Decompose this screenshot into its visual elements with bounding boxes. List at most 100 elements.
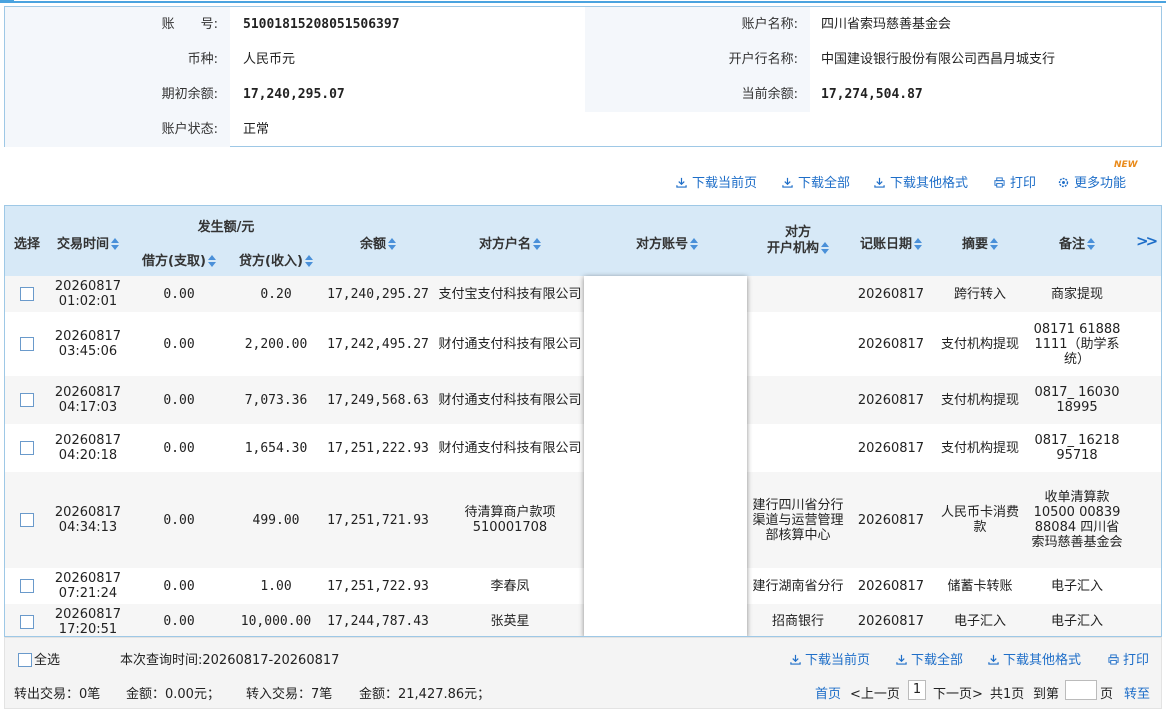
cell-time: 01:02:01 (58, 294, 118, 309)
in-amount: 金额：21,427.86元； (359, 687, 491, 702)
print-button[interactable]: 打印 (994, 172, 1036, 196)
footer-print-button[interactable]: 打印 (1108, 649, 1149, 668)
cell-time: 04:34:13 (58, 520, 118, 535)
more-functions-button[interactable]: 更多功能 (1058, 172, 1126, 196)
goto-unit: 页 (1100, 687, 1114, 702)
row-checkbox[interactable] (20, 614, 34, 629)
row-checkbox[interactable] (20, 393, 34, 407)
cell-party-name: 李春凤 (490, 578, 530, 594)
col-remark-label: 备注 (1058, 237, 1085, 252)
download-icon (896, 654, 907, 665)
row-checkbox[interactable] (20, 513, 34, 527)
cell-summary: 人民币卡消费款 (940, 505, 1019, 535)
download-icon (790, 654, 801, 665)
cell-date: 20260817 (54, 571, 122, 586)
current-page-number: 1 (908, 680, 926, 700)
cell-debit: 0.00 (163, 512, 195, 528)
cell-party-bank: 建行湖南省分行 (752, 578, 844, 594)
cell-date: 20260817 (54, 385, 122, 400)
cell-credit: 499.00 (252, 512, 300, 528)
cell-party-bank (751, 376, 845, 424)
cell-debit: 0.00 (163, 392, 195, 408)
footer-download-other-button[interactable]: 下载其他格式 (988, 649, 1081, 668)
table-row[interactable]: 20260817 04:34:13 0.00 499.00 17,251,721.93 待… (5, 472, 1161, 568)
row-select-cell (9, 376, 45, 424)
col-remark[interactable]: 备注 (1029, 233, 1125, 252)
cell-remark: 08171 61888 1111（助学系统） (1033, 321, 1121, 367)
row-checkbox[interactable] (20, 579, 34, 593)
table-row[interactable]: 20260817 17:20:51 0.00 10,000.00 17,244,787.… (5, 604, 1161, 637)
cell-debit: 0.00 (163, 336, 195, 352)
download-page-button[interactable]: 下载当前页 (676, 172, 757, 196)
col-balance-label: 余额 (359, 237, 386, 252)
cell-credit: 0.20 (260, 286, 292, 302)
col-summary[interactable]: 摘要 (935, 233, 1025, 252)
col-time[interactable]: 交易时间 (49, 233, 127, 252)
cell-party-bank (751, 276, 845, 312)
transaction-table: 选择 交易时间 发生额/元 借方(支取) 贷方(收入) 余额 对方户名 对方账号… (4, 205, 1162, 637)
download-all-button[interactable]: 下载全部 (782, 172, 850, 196)
cell-date: 20260817 (54, 433, 122, 448)
select-all-label: 全选 (34, 653, 61, 668)
cell-transaction-time: 20260817 04:20:18 (49, 424, 127, 472)
col-party-bank-line2: 开户机构 (766, 241, 819, 256)
goto-button[interactable]: 转至 (1124, 683, 1150, 702)
footer-download-all-label: 下载全部 (911, 653, 964, 668)
select-all-control[interactable]: 全选 (18, 649, 60, 668)
info-row-balance: 期初余额: 17,240,295.07 当前余额: 17,274,504.87 (5, 77, 1161, 112)
row-select-cell (9, 604, 45, 636)
cell-balance: 17,242,495.27 (327, 336, 429, 352)
cell-summary: 储蓄卡转账 (947, 578, 1013, 594)
cell-party-name: 财付通支付科技有限公司 (438, 440, 582, 456)
col-party-name[interactable]: 对方户名 (437, 233, 583, 252)
in-transactions: 转入交易：7笔 (246, 687, 333, 702)
opening-balance-label: 期初余额: (5, 77, 230, 112)
cell-date: 20260817 (54, 606, 122, 622)
table-row[interactable]: 20260817 04:17:03 0.00 7,073.36 17,249,568.6… (5, 376, 1161, 424)
table-row[interactable]: 20260817 07:21:24 0.00 1.00 17,251,722.93 李春凤… (5, 568, 1161, 604)
table-row[interactable]: 20260817 04:20:18 0.00 1,654.30 17,251,222.9… (5, 424, 1161, 472)
col-book-date[interactable]: 记账日期 (847, 233, 935, 252)
col-debit[interactable]: 借方(支取) (133, 250, 225, 269)
goto-page-input[interactable] (1065, 680, 1097, 700)
cell-book-date: 20260817 (857, 578, 925, 594)
cell-book-date: 20260817 (857, 614, 925, 629)
prev-page-link[interactable]: <上一页 (850, 683, 900, 702)
col-amount-group: 发生额/元 (197, 220, 255, 235)
more-columns-icon[interactable]: >> (1136, 232, 1158, 250)
cell-party-bank (751, 312, 845, 376)
cell-time: 17:20:51 (58, 621, 118, 637)
col-select: 选择 (13, 237, 40, 252)
next-page-link[interactable]: 下一页> (933, 683, 983, 702)
footer-download-page-button[interactable]: 下载当前页 (790, 649, 870, 668)
table-row[interactable]: 20260817 03:45:06 0.00 2,200.00 17,242,495.2… (5, 312, 1161, 376)
row-checkbox[interactable] (20, 441, 34, 455)
col-balance[interactable]: 余额 (323, 233, 433, 252)
download-icon (782, 177, 793, 188)
select-all-checkbox[interactable] (18, 653, 32, 667)
col-party-account[interactable]: 对方账号 (585, 233, 749, 252)
cell-book-date: 20260817 (857, 440, 925, 456)
cell-party-bank: 建行四川省分行渠道与运营管理部核算中心 (752, 497, 844, 543)
out-transactions: 转出交易：0笔 (14, 687, 101, 702)
col-credit[interactable]: 贷方(收入) (229, 250, 323, 269)
first-page-link[interactable]: 首页 (815, 683, 841, 702)
account-no-value: 51001815208051506397 (243, 17, 400, 32)
col-credit-label: 贷方(收入) (239, 254, 303, 269)
cell-transaction-time: 20260817 01:02:01 (49, 276, 127, 312)
row-checkbox[interactable] (20, 337, 34, 351)
row-checkbox[interactable] (20, 287, 34, 301)
footer-download-all-button[interactable]: 下载全部 (896, 649, 963, 668)
col-party-bank[interactable]: 对方 开户机构 (751, 225, 845, 257)
col-debit-label: 借方(支取) (142, 254, 206, 269)
cell-party-bank (751, 424, 845, 472)
sort-icon (990, 238, 998, 250)
cell-credit: 2,200.00 (244, 336, 308, 352)
cell-debit: 0.00 (163, 578, 195, 594)
cell-summary: 支付机构提现 (940, 440, 1019, 456)
current-page-box[interactable]: 1 (908, 680, 926, 700)
download-other-button[interactable]: 下载其他格式 (874, 172, 968, 196)
table-row[interactable]: 20260817 01:02:01 0.00 0.20 17,240,295.27 支付宝… (5, 276, 1161, 312)
cell-balance: 17,251,721.93 (327, 512, 429, 528)
cell-summary: 电子汇入 (953, 614, 1006, 629)
